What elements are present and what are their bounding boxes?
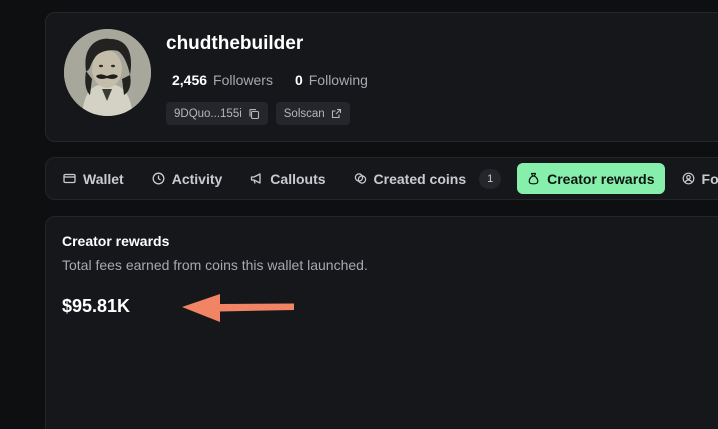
following-count[interactable]: 0 <box>295 72 303 88</box>
following-label[interactable]: Following <box>309 72 368 88</box>
tab-label: Creator rewards <box>547 170 655 187</box>
profile-card: chudthebuilder 2,456 Followers 0 Followi… <box>45 12 718 142</box>
external-link-icon <box>331 108 341 119</box>
tab-followers[interactable]: Fo <box>672 163 718 194</box>
money-bag-icon <box>528 172 539 185</box>
tab-created-coins[interactable]: Created coins 1 <box>344 163 512 194</box>
tab-callouts[interactable]: Callouts <box>240 163 335 194</box>
follow-stats: 2,456 Followers 0 Following <box>172 72 390 88</box>
wallet-address-chip[interactable]: 9DQuo...155i <box>166 102 268 125</box>
tab-label: Created coins <box>373 170 467 187</box>
created-coins-count-badge: 1 <box>479 168 502 189</box>
tab-wallet[interactable]: Wallet <box>53 163 134 194</box>
section-description: Total fees earned from coins this wallet… <box>62 257 368 273</box>
tab-label: Activity <box>171 170 223 187</box>
wallet-icon <box>63 173 76 184</box>
portrait-image <box>64 29 151 116</box>
followers-label[interactable]: Followers <box>213 72 273 88</box>
section-title: Creator rewards <box>62 233 170 249</box>
profile-chips: 9DQuo...155i Solscan <box>166 102 350 125</box>
coins-icon <box>354 173 366 184</box>
rewards-amount: $95.81K <box>62 296 131 316</box>
followers-count[interactable]: 2,456 <box>172 72 207 88</box>
megaphone-icon <box>251 173 261 184</box>
wallet-address: 9DQuo...155i <box>174 107 242 120</box>
solscan-link[interactable]: Solscan <box>275 102 350 125</box>
user-circle-icon <box>682 172 694 185</box>
tab-activity[interactable]: Activity <box>142 163 233 194</box>
copy-icon[interactable] <box>248 108 260 120</box>
tab-creator-rewards[interactable]: Creator rewards <box>517 163 665 194</box>
profile-tabs-bar: Wallet Activity Callouts Created coins 1 <box>45 157 718 200</box>
solscan-label: Solscan <box>283 107 325 120</box>
clock-icon <box>152 172 165 185</box>
tab-label: Wallet <box>83 170 124 187</box>
avatar[interactable] <box>64 29 151 116</box>
username: chudthebuilder <box>166 33 304 54</box>
tab-label: Callouts <box>270 170 326 187</box>
creator-rewards-panel: Creator rewards Total fees earned from c… <box>45 216 718 429</box>
tab-label: Fo <box>701 170 718 187</box>
annotation-arrow-icon <box>182 294 294 322</box>
